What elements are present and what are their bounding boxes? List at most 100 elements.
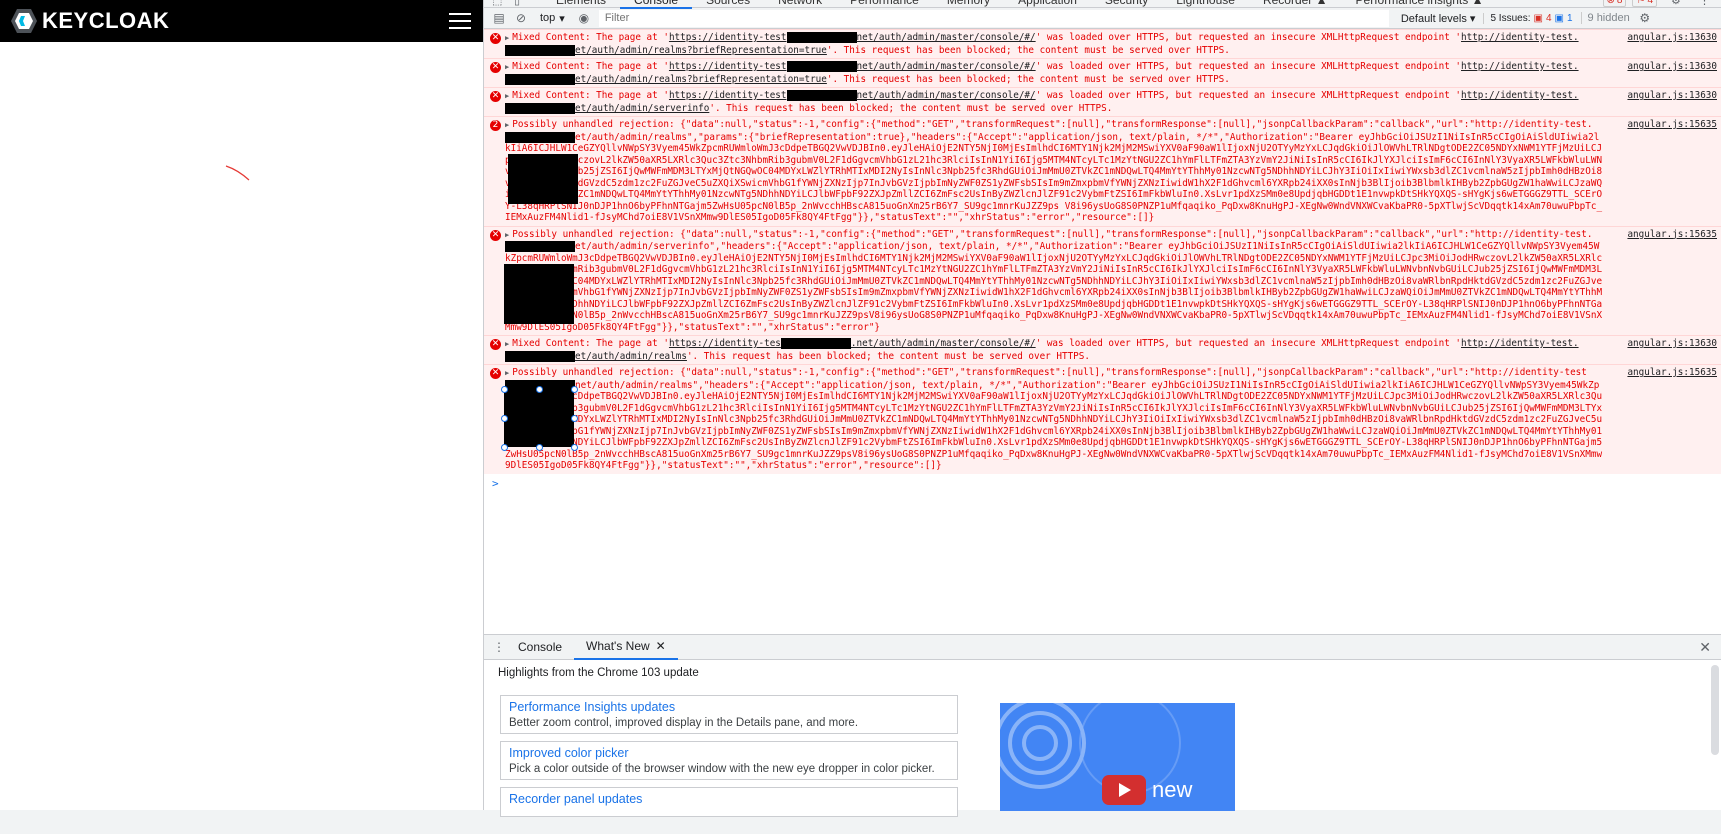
devtools-tab-recorder[interactable]: Recorder ▲ (1249, 0, 1342, 9)
whats-new-card[interactable]: Performance Insights updates Better zoom… (500, 695, 958, 734)
drawer-tabbar: ⋮ Console What's New ✕ ✕ (484, 635, 1721, 660)
whats-new-card[interactable]: Improved color picker Pick a color outsi… (500, 741, 958, 780)
devtools-tab-lighthouse[interactable]: Lighthouse (1162, 0, 1249, 9)
play-video-icon[interactable] (1102, 775, 1146, 805)
devtools-tabbar: ⬚ ▯ Elements Console Sources Network Perform… (484, 0, 1721, 9)
message-source-link[interactable]: angular.js:13630 (1627, 32, 1717, 44)
message-url[interactable]: net/auth/admin/master/console/#/ (857, 32, 1036, 43)
message-text: Mixed Content: The page at ' (512, 90, 669, 101)
message-url[interactable]: et/auth/admin/realms?briefRepresentation… (575, 74, 827, 85)
redacted-block (786, 61, 857, 72)
console-error-message[interactable]: ✕ angular.js:13630 ▶ Mixed Content: The pag… (484, 335, 1721, 364)
message-text: ' was loaded over HTTPS, but requested a… (1035, 338, 1462, 349)
message-source-link[interactable]: angular.js:15635 (1627, 367, 1717, 379)
redacted-block[interactable] (504, 389, 574, 447)
resize-handle[interactable] (500, 443, 508, 451)
redacted-block (786, 90, 857, 101)
message-url[interactable]: et/auth/admin/serverinfo (575, 103, 709, 114)
message-url[interactable]: http://identity-test. (1461, 90, 1579, 101)
expand-triangle-icon[interactable]: ▶ (505, 231, 509, 239)
resize-handle[interactable] (500, 385, 508, 393)
devtools-tab-performance-insights[interactable]: Performance insights ▲ (1342, 0, 1498, 9)
drawer-tab-console[interactable]: Console (506, 635, 574, 659)
device-toolbar-icon[interactable]: ▯ (514, 0, 528, 7)
resize-handle[interactable] (570, 414, 578, 422)
message-source-link[interactable]: angular.js:13630 (1627, 61, 1717, 73)
console-error-message[interactable]: ✕ angular.js:13630 ▶ Mixed Content: The pag… (484, 29, 1721, 58)
message-url[interactable]: http://identity-test. (1461, 61, 1579, 72)
expand-triangle-icon[interactable]: ▶ (505, 121, 509, 129)
drawer-menu-icon[interactable]: ⋮ (492, 640, 506, 654)
whats-new-card[interactable]: Recorder panel updates (500, 787, 958, 817)
error-icon: ✕ (490, 91, 501, 102)
settings-gear-icon[interactable]: ⚙ (1671, 0, 1685, 7)
expand-triangle-icon[interactable]: ▶ (505, 369, 509, 377)
drawer-scrollbar[interactable] (1711, 665, 1719, 755)
filter-input[interactable] (598, 9, 1389, 27)
close-drawer-icon[interactable]: ✕ (1699, 639, 1711, 656)
resize-handle[interactable] (570, 443, 578, 451)
card-title[interactable]: Improved color picker (509, 746, 949, 760)
devtools-tab-elements[interactable]: Elements (542, 0, 620, 9)
context-selector[interactable]: top ▾ (536, 12, 569, 25)
resize-handle[interactable] (500, 414, 508, 422)
message-url[interactable]: net/auth/admin/master/console/#/ (857, 90, 1036, 101)
message-url[interactable]: https://identity-test (669, 32, 787, 43)
warning-count-badge[interactable]: ⚑ 4 (1632, 0, 1657, 7)
console-rejection-message[interactable]: 2 angular.js:15635 ▶ Possibly unhandled rej… (484, 116, 1721, 226)
sidebar-toggle-icon[interactable]: ▤ (492, 11, 506, 25)
issues-error-count: 4 (1545, 12, 1552, 24)
clear-console-icon[interactable]: ⊘ (514, 11, 528, 25)
expand-triangle-icon[interactable]: ▶ (505, 340, 509, 348)
whats-new-video-thumbnail[interactable]: new (1000, 703, 1235, 811)
devtools-tab-memory[interactable]: Memory (933, 0, 1004, 9)
message-url[interactable]: net/auth/admin/master/console/#/ (857, 61, 1036, 72)
message-url[interactable]: http://identity-test. (1461, 338, 1579, 349)
more-options-icon[interactable]: ⋮ (1699, 0, 1713, 7)
message-url[interactable]: https://identity-test (669, 90, 787, 101)
expand-triangle-icon[interactable]: ▶ (505, 63, 509, 71)
inspect-element-icon[interactable]: ⬚ (492, 0, 506, 7)
resize-handle[interactable] (570, 385, 578, 393)
console-error-message[interactable]: ✕ angular.js:13630 ▶ Mixed Content: The pag… (484, 58, 1721, 87)
devtools-tab-application[interactable]: Application (1004, 0, 1091, 9)
devtools-tab-sources[interactable]: Sources (692, 0, 764, 9)
message-url[interactable]: et/auth/admin/realms (575, 351, 687, 362)
message-url[interactable]: .net/auth/admin/master/console/#/ (851, 338, 1036, 349)
message-text: '. This request has been blocked; the co… (826, 44, 1230, 56)
resize-handle[interactable] (535, 443, 543, 451)
message-url[interactable]: https://identity-tes (669, 338, 781, 349)
message-url[interactable]: et/auth/admin/realms?briefRepresentation… (575, 45, 827, 56)
message-source-link[interactable]: angular.js:15635 (1627, 229, 1717, 241)
message-url[interactable]: http://identity-test. (1461, 32, 1579, 43)
console-rejection-message[interactable]: ✕ angular.js:15635 ▶ Possibly unhandled rej… (484, 364, 1721, 474)
error-count-badge[interactable]: ⊗ 8 (1602, 0, 1627, 7)
message-source-link[interactable]: angular.js:15635 (1627, 119, 1717, 131)
console-settings-gear-icon[interactable]: ⚙ (1638, 11, 1652, 25)
console-rejection-message[interactable]: ✕ angular.js:15635 ▶ Possibly unhandled rej… (484, 225, 1721, 335)
devtools-tab-network[interactable]: Network (764, 0, 836, 9)
card-title[interactable]: Performance Insights updates (509, 700, 949, 714)
message-source-link[interactable]: angular.js:13630 (1627, 338, 1717, 350)
menu-hamburger-icon[interactable] (449, 13, 471, 29)
live-expression-eye-icon[interactable]: ◉ (577, 11, 591, 25)
devtools-tab-console[interactable]: Console (620, 0, 693, 9)
devtools-tab-security[interactable]: Security (1091, 0, 1162, 9)
close-tab-icon[interactable]: ✕ (656, 634, 666, 658)
keycloak-logo[interactable]: KEYCLOAK (10, 7, 169, 35)
console-error-message[interactable]: ✕ angular.js:13630 ▶ Mixed Content: The pag… (484, 87, 1721, 116)
drawer-tab-whats-new[interactable]: What's New ✕ (574, 634, 678, 660)
log-levels-dropdown[interactable]: Default levels ▾ (1401, 12, 1476, 25)
card-title[interactable]: Recorder panel updates (509, 792, 949, 806)
redacted-block (505, 131, 575, 143)
expand-triangle-icon[interactable]: ▶ (505, 92, 509, 100)
expand-triangle-icon[interactable]: ▶ (505, 34, 509, 42)
message-url[interactable]: https://identity-test (669, 61, 787, 72)
console-prompt[interactable]: > (484, 474, 1721, 490)
issues-button[interactable]: 5 Issues: ▣ 4 ▣ 1 (1483, 12, 1573, 24)
issues-info-icon: ▣ (1554, 12, 1564, 24)
devtools-tab-performance[interactable]: Performance (836, 0, 933, 9)
message-source-link[interactable]: angular.js:13630 (1627, 90, 1717, 102)
message-text: '. This request has been blocked; the co… (826, 73, 1230, 85)
resize-handle[interactable] (535, 385, 543, 393)
